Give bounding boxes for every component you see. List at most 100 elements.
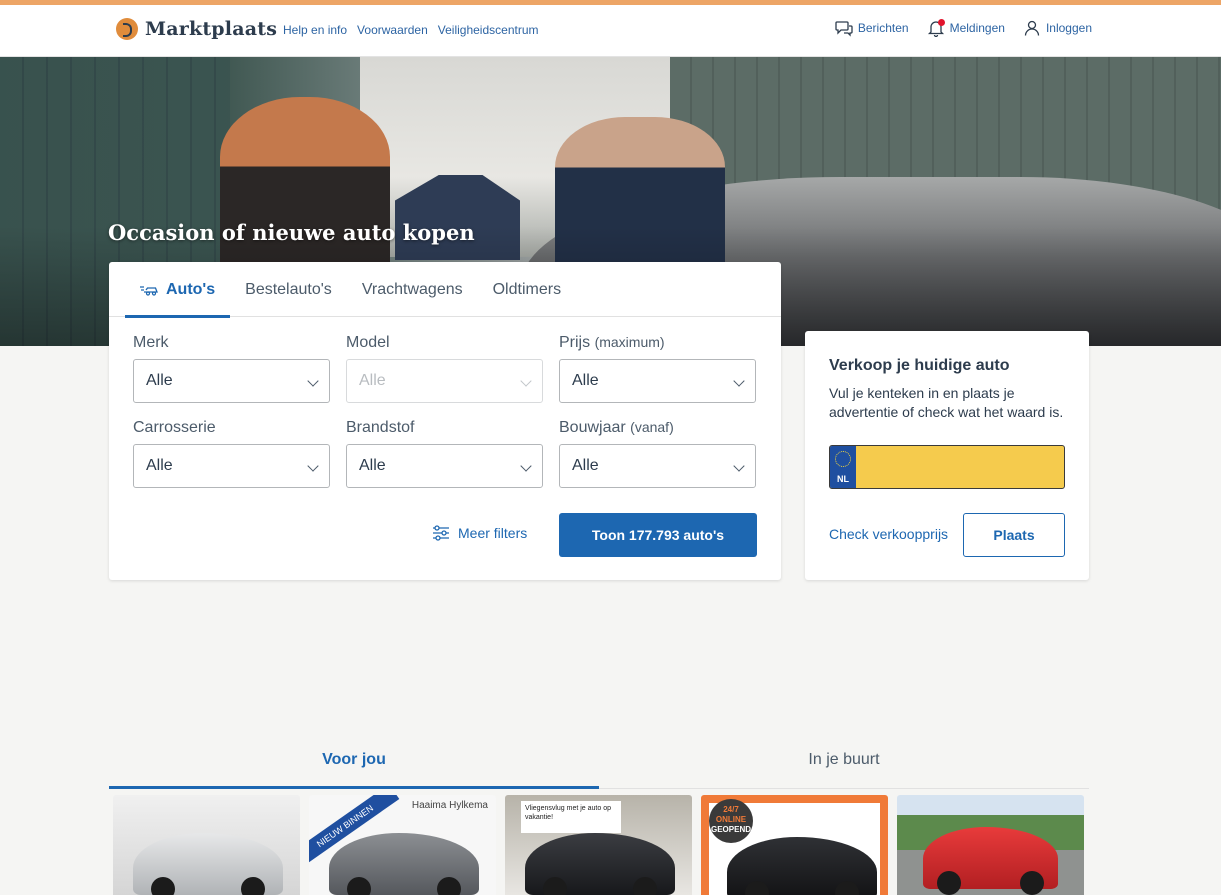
brandstof-select[interactable]: Alle bbox=[346, 444, 543, 488]
chevron-down-icon bbox=[520, 375, 532, 387]
badge-top-text: 24/7 bbox=[723, 805, 739, 814]
feed-tabs: Voor jou In je buurt bbox=[109, 740, 1089, 789]
promo-banner: Vliegensvlug met je auto op vakantie! bbox=[521, 801, 621, 833]
login-link[interactable]: Inloggen bbox=[1046, 21, 1092, 35]
online-badge: 24/7 ONLINE GEOPEND bbox=[709, 799, 753, 843]
eu-plate-band: NL bbox=[830, 446, 856, 488]
notification-dot bbox=[937, 19, 945, 26]
wheel-shape bbox=[835, 881, 859, 895]
prijs-label: Prijs (maximum) bbox=[559, 334, 665, 351]
chat-bubbles-icon bbox=[835, 21, 853, 37]
listing-card[interactable]: 24/7 ONLINE GEOPEND bbox=[701, 795, 888, 895]
chevron-down-icon bbox=[307, 375, 319, 387]
dealer-logo-text: Haaima Hylkema bbox=[411, 800, 488, 811]
notifications-nav[interactable]: Meldingen bbox=[927, 19, 1005, 38]
user-nav: Berichten Meldingen Inloggen bbox=[835, 19, 1092, 38]
tab-autos-label: Auto's bbox=[166, 280, 216, 298]
carrosserie-select[interactable]: Alle bbox=[133, 444, 330, 488]
brandstof-value: Alle bbox=[359, 457, 386, 474]
model-value: Alle bbox=[359, 372, 386, 389]
badge-mid-text: ONLINE bbox=[715, 815, 747, 824]
tab-vrachtwagens[interactable]: Vrachtwagens bbox=[347, 262, 478, 317]
bouwjaar-select[interactable]: Alle bbox=[559, 444, 756, 488]
messages-link[interactable]: Berichten bbox=[858, 21, 909, 35]
sell-car-card: Verkoop je huidige auto Vul je kenteken … bbox=[805, 331, 1089, 580]
bouwjaar-label: Bouwjaar (vanaf) bbox=[559, 419, 674, 436]
tab-oldtimers[interactable]: Oldtimers bbox=[478, 262, 576, 317]
hero-title: Occasion of nieuwe auto kopen bbox=[108, 220, 475, 245]
merk-field: Merk Alle bbox=[133, 334, 330, 403]
listing-card[interactable]: NIEUW BINNEN Haaima Hylkema bbox=[309, 795, 496, 895]
carrosserie-field: Carrosserie Alle bbox=[133, 419, 330, 488]
marktplaats-logo[interactable]: Marktplaats bbox=[116, 18, 277, 40]
show-results-button[interactable]: Toon 177.793 auto's bbox=[559, 513, 757, 557]
prijs-field: Prijs (maximum) Alle bbox=[559, 334, 756, 403]
logo-text: Marktplaats bbox=[145, 18, 278, 40]
wheel-shape bbox=[241, 877, 265, 895]
prijs-select[interactable]: Alle bbox=[559, 359, 756, 403]
site-header: Marktplaats Help en info Voorwaarden Vei… bbox=[0, 5, 1221, 57]
carrosserie-value: Alle bbox=[146, 457, 173, 474]
chevron-down-icon bbox=[733, 375, 745, 387]
license-plate-field: NL bbox=[829, 445, 1065, 489]
listing-card[interactable] bbox=[897, 795, 1084, 895]
merk-select[interactable]: Alle bbox=[133, 359, 330, 403]
prijs-qualifier: (maximum) bbox=[594, 334, 665, 350]
bouwjaar-qualifier: (vanaf) bbox=[630, 419, 674, 435]
wheel-shape bbox=[437, 877, 461, 895]
model-label: Model bbox=[346, 334, 390, 351]
safety-center-link[interactable]: Veiligheidscentrum bbox=[438, 23, 539, 37]
user-icon bbox=[1024, 20, 1040, 36]
license-plate-input[interactable] bbox=[856, 446, 1064, 488]
car-search-card: Auto's Bestelauto's Vrachtwagens Oldtime… bbox=[109, 262, 781, 580]
prijs-value: Alle bbox=[572, 372, 599, 389]
car-photo bbox=[525, 833, 675, 895]
merk-value: Alle bbox=[146, 372, 173, 389]
sell-title: Verkoop je huidige auto bbox=[829, 357, 1010, 374]
sell-description: Vul je kenteken in en plaats je adverten… bbox=[829, 385, 1064, 420]
car-photo bbox=[329, 833, 479, 895]
login-nav[interactable]: Inloggen bbox=[1023, 19, 1092, 37]
car-photo bbox=[923, 827, 1058, 895]
wheel-shape bbox=[633, 877, 657, 895]
carrosserie-label: Carrosserie bbox=[133, 419, 216, 436]
listing-card[interactable]: Vliegensvlug met je auto op vakantie! bbox=[505, 795, 692, 895]
messages-nav[interactable]: Berichten bbox=[835, 19, 909, 37]
wheel-shape bbox=[745, 881, 769, 895]
notifications-link[interactable]: Meldingen bbox=[950, 21, 1005, 35]
eu-stars-icon bbox=[835, 451, 851, 467]
place-ad-button[interactable]: Plaats bbox=[963, 513, 1065, 557]
tab-bestelautos[interactable]: Bestelauto's bbox=[230, 262, 347, 317]
tab-voor-jou[interactable]: Voor jou bbox=[109, 740, 599, 789]
marktplaats-logo-icon bbox=[116, 18, 138, 40]
search-filters: Merk Alle Model Alle Prijs (maximum) All… bbox=[133, 334, 756, 488]
wheel-shape bbox=[543, 877, 567, 895]
chevron-down-icon bbox=[520, 460, 532, 472]
badge-bottom-text: GEOPEND bbox=[710, 825, 751, 834]
more-filters-label: Meer filters bbox=[458, 525, 528, 541]
more-filters-button[interactable]: Meer filters bbox=[432, 524, 527, 542]
bouwjaar-field: Bouwjaar (vanaf) Alle bbox=[559, 419, 756, 488]
brandstof-field: Brandstof Alle bbox=[346, 419, 543, 488]
bell-icon bbox=[927, 19, 945, 38]
bouwjaar-value: Alle bbox=[572, 457, 599, 474]
wheel-shape bbox=[151, 877, 175, 895]
brandstof-label: Brandstof bbox=[346, 419, 415, 436]
wheel-shape bbox=[937, 871, 961, 895]
model-select: Alle bbox=[346, 359, 543, 403]
model-field: Model Alle bbox=[346, 334, 543, 403]
plate-country: NL bbox=[837, 474, 849, 484]
car-photo bbox=[133, 833, 283, 895]
car-speed-icon bbox=[140, 285, 158, 296]
tab-in-je-buurt[interactable]: In je buurt bbox=[599, 740, 1089, 788]
tab-autos[interactable]: Auto's bbox=[125, 262, 231, 318]
merk-label: Merk bbox=[133, 334, 169, 351]
wheel-shape bbox=[347, 877, 371, 895]
vehicle-type-tabs: Auto's Bestelauto's Vrachtwagens Oldtime… bbox=[109, 262, 781, 318]
top-links: Help en info Voorwaarden Veiligheidscent… bbox=[283, 23, 539, 37]
help-link[interactable]: Help en info bbox=[283, 23, 347, 37]
check-sale-price-link[interactable]: Check verkoopprijs bbox=[829, 526, 948, 542]
listing-card[interactable] bbox=[113, 795, 300, 895]
chevron-down-icon bbox=[733, 460, 745, 472]
terms-link[interactable]: Voorwaarden bbox=[357, 23, 428, 37]
